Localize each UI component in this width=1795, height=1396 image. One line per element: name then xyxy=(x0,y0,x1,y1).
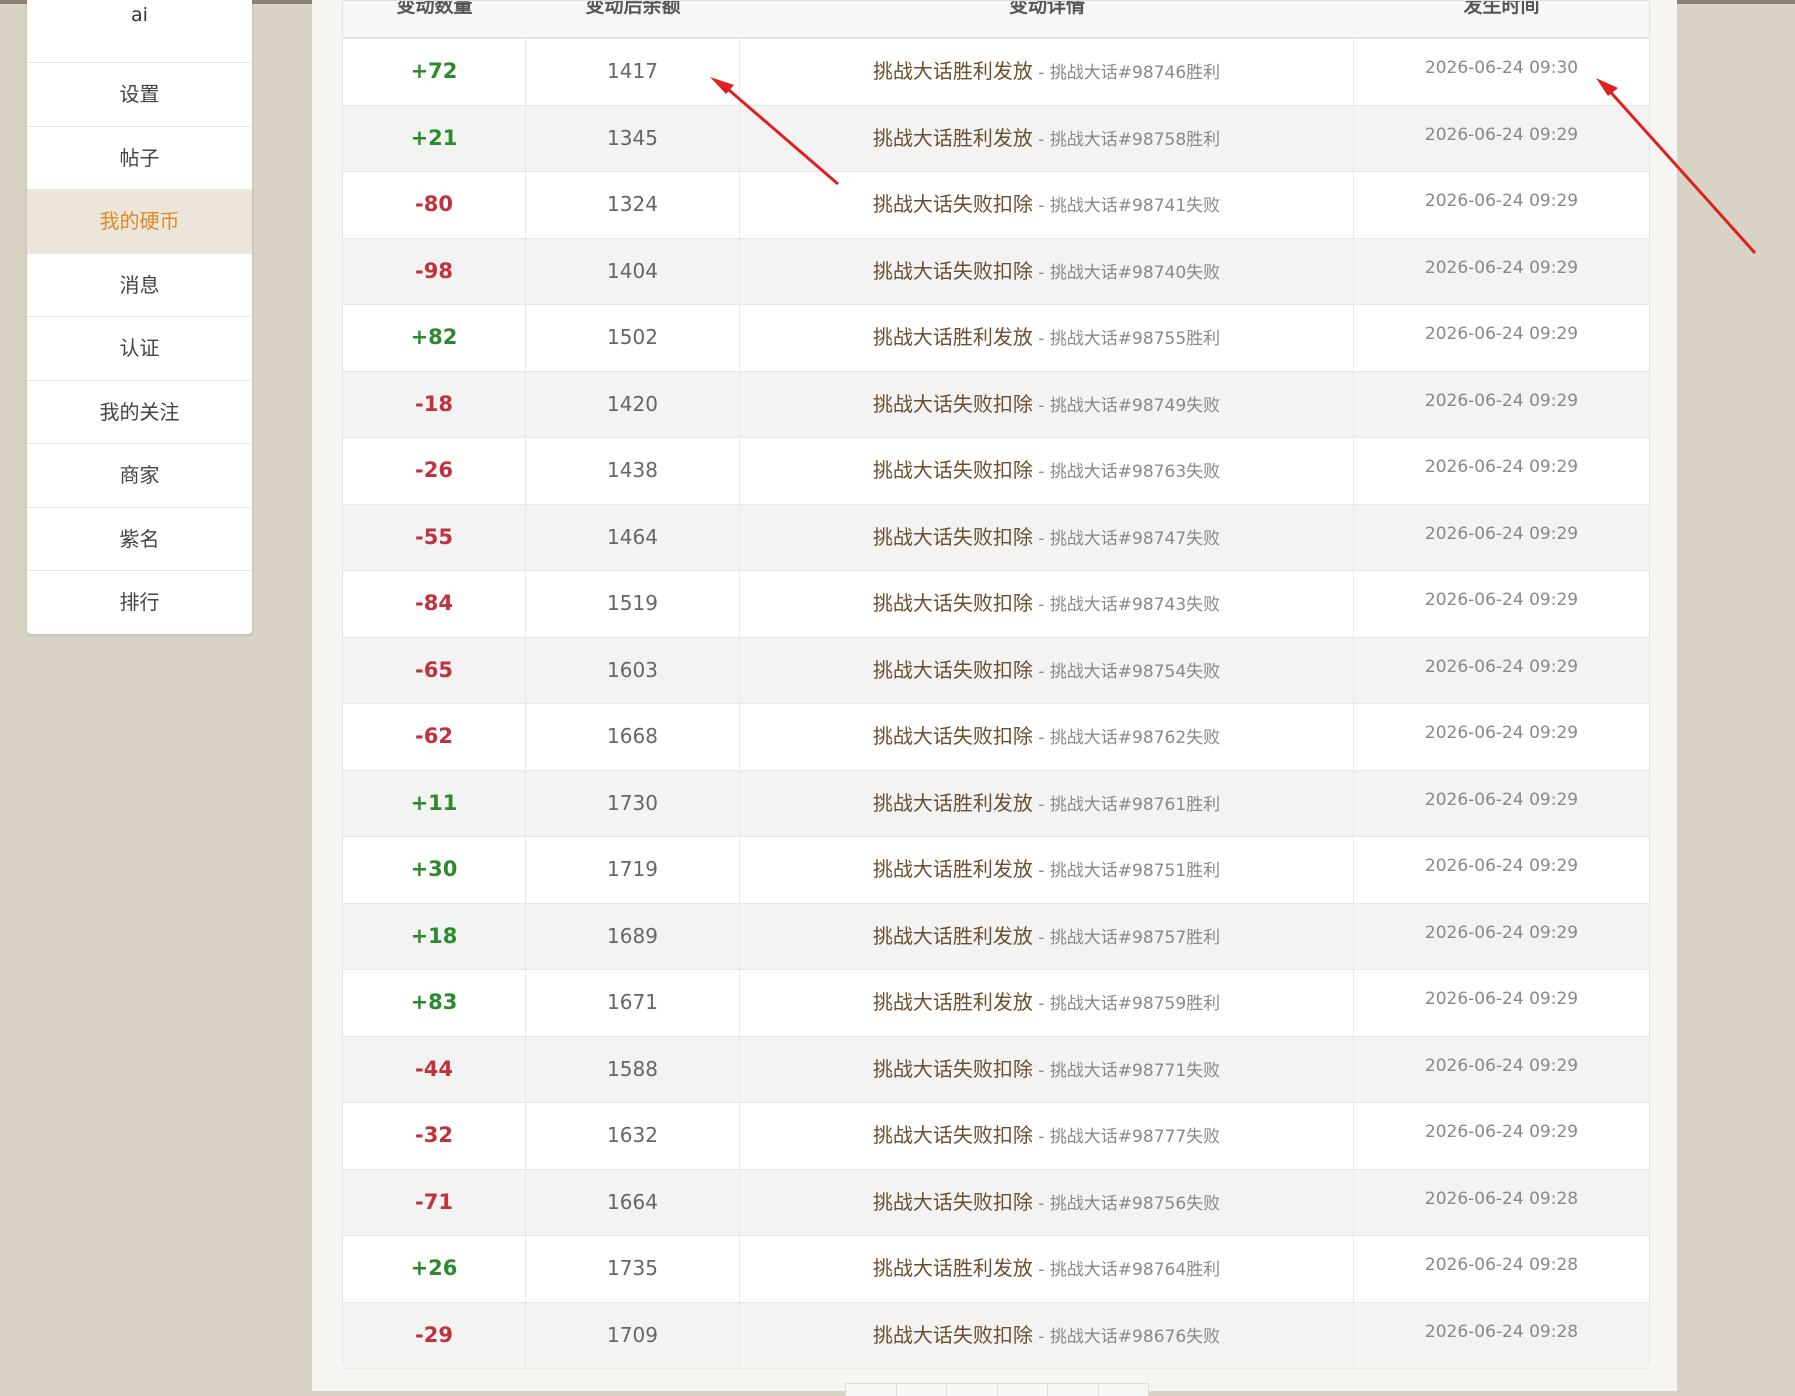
annotation-arrow-time xyxy=(1604,85,1757,255)
annotation-arrow-balance xyxy=(721,82,839,186)
annotation-arrowhead-time xyxy=(1596,78,1618,96)
annotation-arrows xyxy=(710,77,1757,255)
